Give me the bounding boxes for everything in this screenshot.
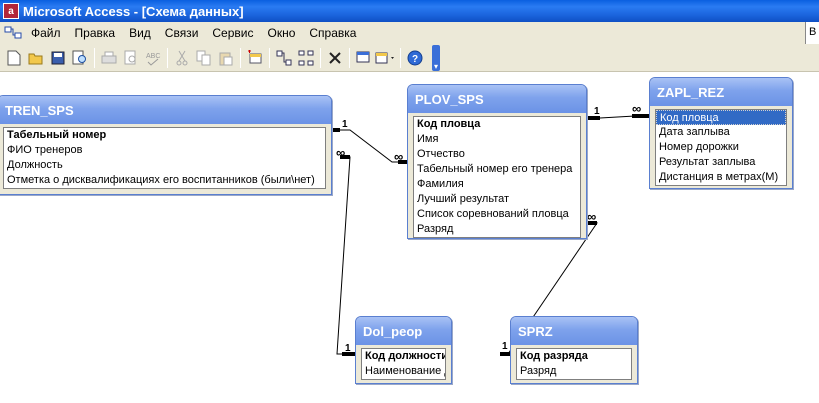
spelling-icon[interactable]: ABC [142,47,164,69]
question-box-edge[interactable]: В [805,22,819,44]
field-row[interactable]: Лучший результат [414,192,580,207]
cut-icon[interactable] [171,47,193,69]
toolbar-separator [269,47,270,68]
field-list: Код разряда Разряд [516,348,632,380]
toolbar-options-handle[interactable]: ▾ [432,44,440,71]
toolbar-separator [400,47,401,68]
relation-one-label: 1 [345,343,351,354]
relation-many-label: ∞ [632,101,642,116]
show-all-icon[interactable] [295,47,317,69]
toolbar: ABC ? ▾ [0,44,460,72]
field-row-selected[interactable]: Код пловца [656,110,786,125]
open-icon[interactable] [25,47,47,69]
table-window-zapl-rez[interactable]: ZAPL_REZ Код пловца Дата заплыва Номер д… [649,77,793,189]
menu-edit[interactable]: Правка [68,23,123,43]
field-row[interactable]: Код должности [362,349,445,364]
field-list: Табельный номер ФИО тренеров Должность О… [3,127,326,189]
relation-many-label: ∞ [587,209,597,224]
copy-icon[interactable] [193,47,215,69]
field-list: Код должности Наименование д [361,348,446,380]
menu-service[interactable]: Сервис [205,23,260,43]
field-row[interactable]: Разряд [517,364,631,379]
show-table-icon[interactable] [244,47,266,69]
delete-icon[interactable] [324,47,346,69]
window-title: Microsoft Access - [Схема данных] [23,3,244,19]
menu-relations[interactable]: Связи [158,23,206,43]
new-icon[interactable] [3,47,25,69]
show-direct-icon[interactable] [273,47,295,69]
save-icon[interactable] [47,47,69,69]
field-row[interactable]: Отчество [414,147,580,162]
field-row[interactable]: Номер дорожки [656,140,786,155]
table-title[interactable]: ZAPL_REZ [650,78,792,106]
table-window-sprz[interactable]: SPRZ Код разряда Разряд [510,316,638,384]
table-title[interactable]: PLOV_SPS [408,85,586,113]
toolbar-separator [167,47,168,68]
toolbar-separator [349,47,350,68]
relation-one-label: 1 [594,106,600,117]
relation-one-label: 1 [342,119,348,130]
field-row[interactable]: Код пловца [414,117,580,132]
toolbar-separator [320,47,321,68]
print-icon[interactable] [98,47,120,69]
field-row[interactable]: Дистанция в метрах(М) [656,170,786,185]
paste-icon[interactable] [215,47,237,69]
field-row[interactable]: Код разряда [517,349,631,364]
menu-bar: Файл Правка Вид Связи Сервис Окно Справк… [0,22,819,44]
field-row[interactable]: Результат заплыва [656,155,786,170]
menu-window[interactable]: Окно [260,23,302,43]
field-row[interactable]: Табельный номер [4,128,325,143]
svg-text:?: ? [412,54,418,65]
help-icon[interactable]: ? [404,47,426,69]
menu-help[interactable]: Справка [302,23,363,43]
menu-file[interactable]: Файл [24,23,68,43]
table-title[interactable]: Dol_peop [356,317,451,345]
relationships-window-icon[interactable] [2,24,24,42]
svg-text:ABC: ABC [146,53,160,60]
table-window-dol-peop[interactable]: Dol_peop Код должности Наименование д [355,316,452,384]
toolbar-separator [94,47,95,68]
relation-many-label: ∞ [394,149,404,164]
field-row[interactable]: Табельный номер его тренера [414,162,580,177]
table-window-tren-sps[interactable]: TREN_SPS Табельный номер ФИО тренеров До… [0,95,332,195]
field-list: Код пловца Имя Отчество Табельный номер … [413,116,581,238]
menu-view[interactable]: Вид [122,23,158,43]
database-window-icon[interactable] [353,47,375,69]
field-row[interactable]: ФИО тренеров [4,143,325,158]
print-preview-icon[interactable] [120,47,142,69]
table-window-plov-sps[interactable]: PLOV_SPS Код пловца Имя Отчество Табельн… [407,84,587,239]
field-row[interactable]: Дата заплыва [656,125,786,140]
relation-many-label: ∞ [336,145,346,160]
table-title[interactable]: TREN_SPS [0,96,331,124]
field-row[interactable]: Должность [4,158,325,173]
field-row[interactable]: Наименование д [362,364,445,379]
title-bar: a Microsoft Access - [Схема данных] [0,0,819,22]
relationship-line-dol-tren [336,156,357,355]
new-object-icon[interactable] [375,47,397,69]
file-search-icon[interactable] [69,47,91,69]
field-row[interactable]: Имя [414,132,580,147]
field-row[interactable]: Список соревнований пловца [414,207,580,222]
relation-one-label: 1 [502,341,508,352]
table-title[interactable]: SPRZ [511,317,637,345]
field-list: Код пловца Дата заплыва Номер дорожки Ре… [655,109,787,186]
toolbar-separator [240,47,241,68]
relationships-workspace: 1 ∞ 1 ∞ ∞ 1 ∞ 1 TREN_SPS Табельный номер… [0,73,819,403]
field-row[interactable]: Отметка о дисквалификациях его воспитанн… [4,173,325,188]
field-row[interactable]: Фамилия [414,177,580,192]
field-row[interactable]: Разряд [414,222,580,237]
access-app-icon[interactable]: a [3,3,19,19]
